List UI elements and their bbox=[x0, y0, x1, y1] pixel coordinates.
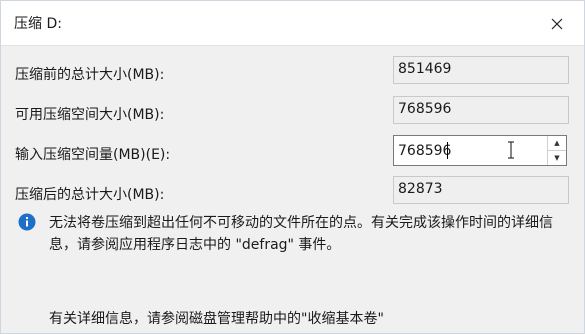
total-after-label: 压缩后的总计大小(MB): bbox=[15, 187, 165, 203]
shrink-amount-label: 输入压缩空间量(MB)(E): bbox=[15, 147, 171, 163]
total-after-value: 82873 bbox=[393, 176, 569, 204]
close-button[interactable] bbox=[546, 13, 568, 35]
close-icon bbox=[551, 18, 563, 30]
info-icon bbox=[18, 213, 36, 231]
spin-up-button[interactable]: ▲ bbox=[548, 136, 566, 151]
shrink-amount-stepper[interactable]: ▲ ▼ bbox=[393, 135, 567, 166]
spin-down-button[interactable]: ▼ bbox=[548, 151, 566, 165]
total-before-label: 压缩前的总计大小(MB): bbox=[15, 67, 165, 83]
available-space-value: 768596 bbox=[393, 96, 569, 124]
caret-up-icon: ▲ bbox=[554, 139, 560, 147]
spin-buttons: ▲ ▼ bbox=[547, 136, 566, 165]
shrink-amount-input[interactable] bbox=[394, 136, 544, 165]
info-message: 无法将卷压缩到超出任何不可移动的文件所在的点。有关完成该操作时间的详细信息，请参… bbox=[49, 215, 553, 253]
caret-down-icon: ▼ bbox=[554, 154, 560, 162]
total-before-value: 851469 bbox=[393, 56, 569, 84]
help-text: 有关详细信息，请参阅磁盘管理帮助中的"收缩基本卷" bbox=[49, 311, 384, 327]
ibeam-cursor-icon bbox=[508, 141, 514, 159]
available-space-label: 可用压缩空间大小(MB): bbox=[15, 107, 165, 123]
shrink-volume-dialog: 压缩 D: 压缩前的总计大小(MB): 851469 可用压缩空间大小(MB):… bbox=[0, 0, 585, 334]
title-bar: 压缩 D: bbox=[1, 1, 584, 46]
dialog-title: 压缩 D: bbox=[14, 16, 62, 32]
text-caret bbox=[447, 142, 448, 159]
